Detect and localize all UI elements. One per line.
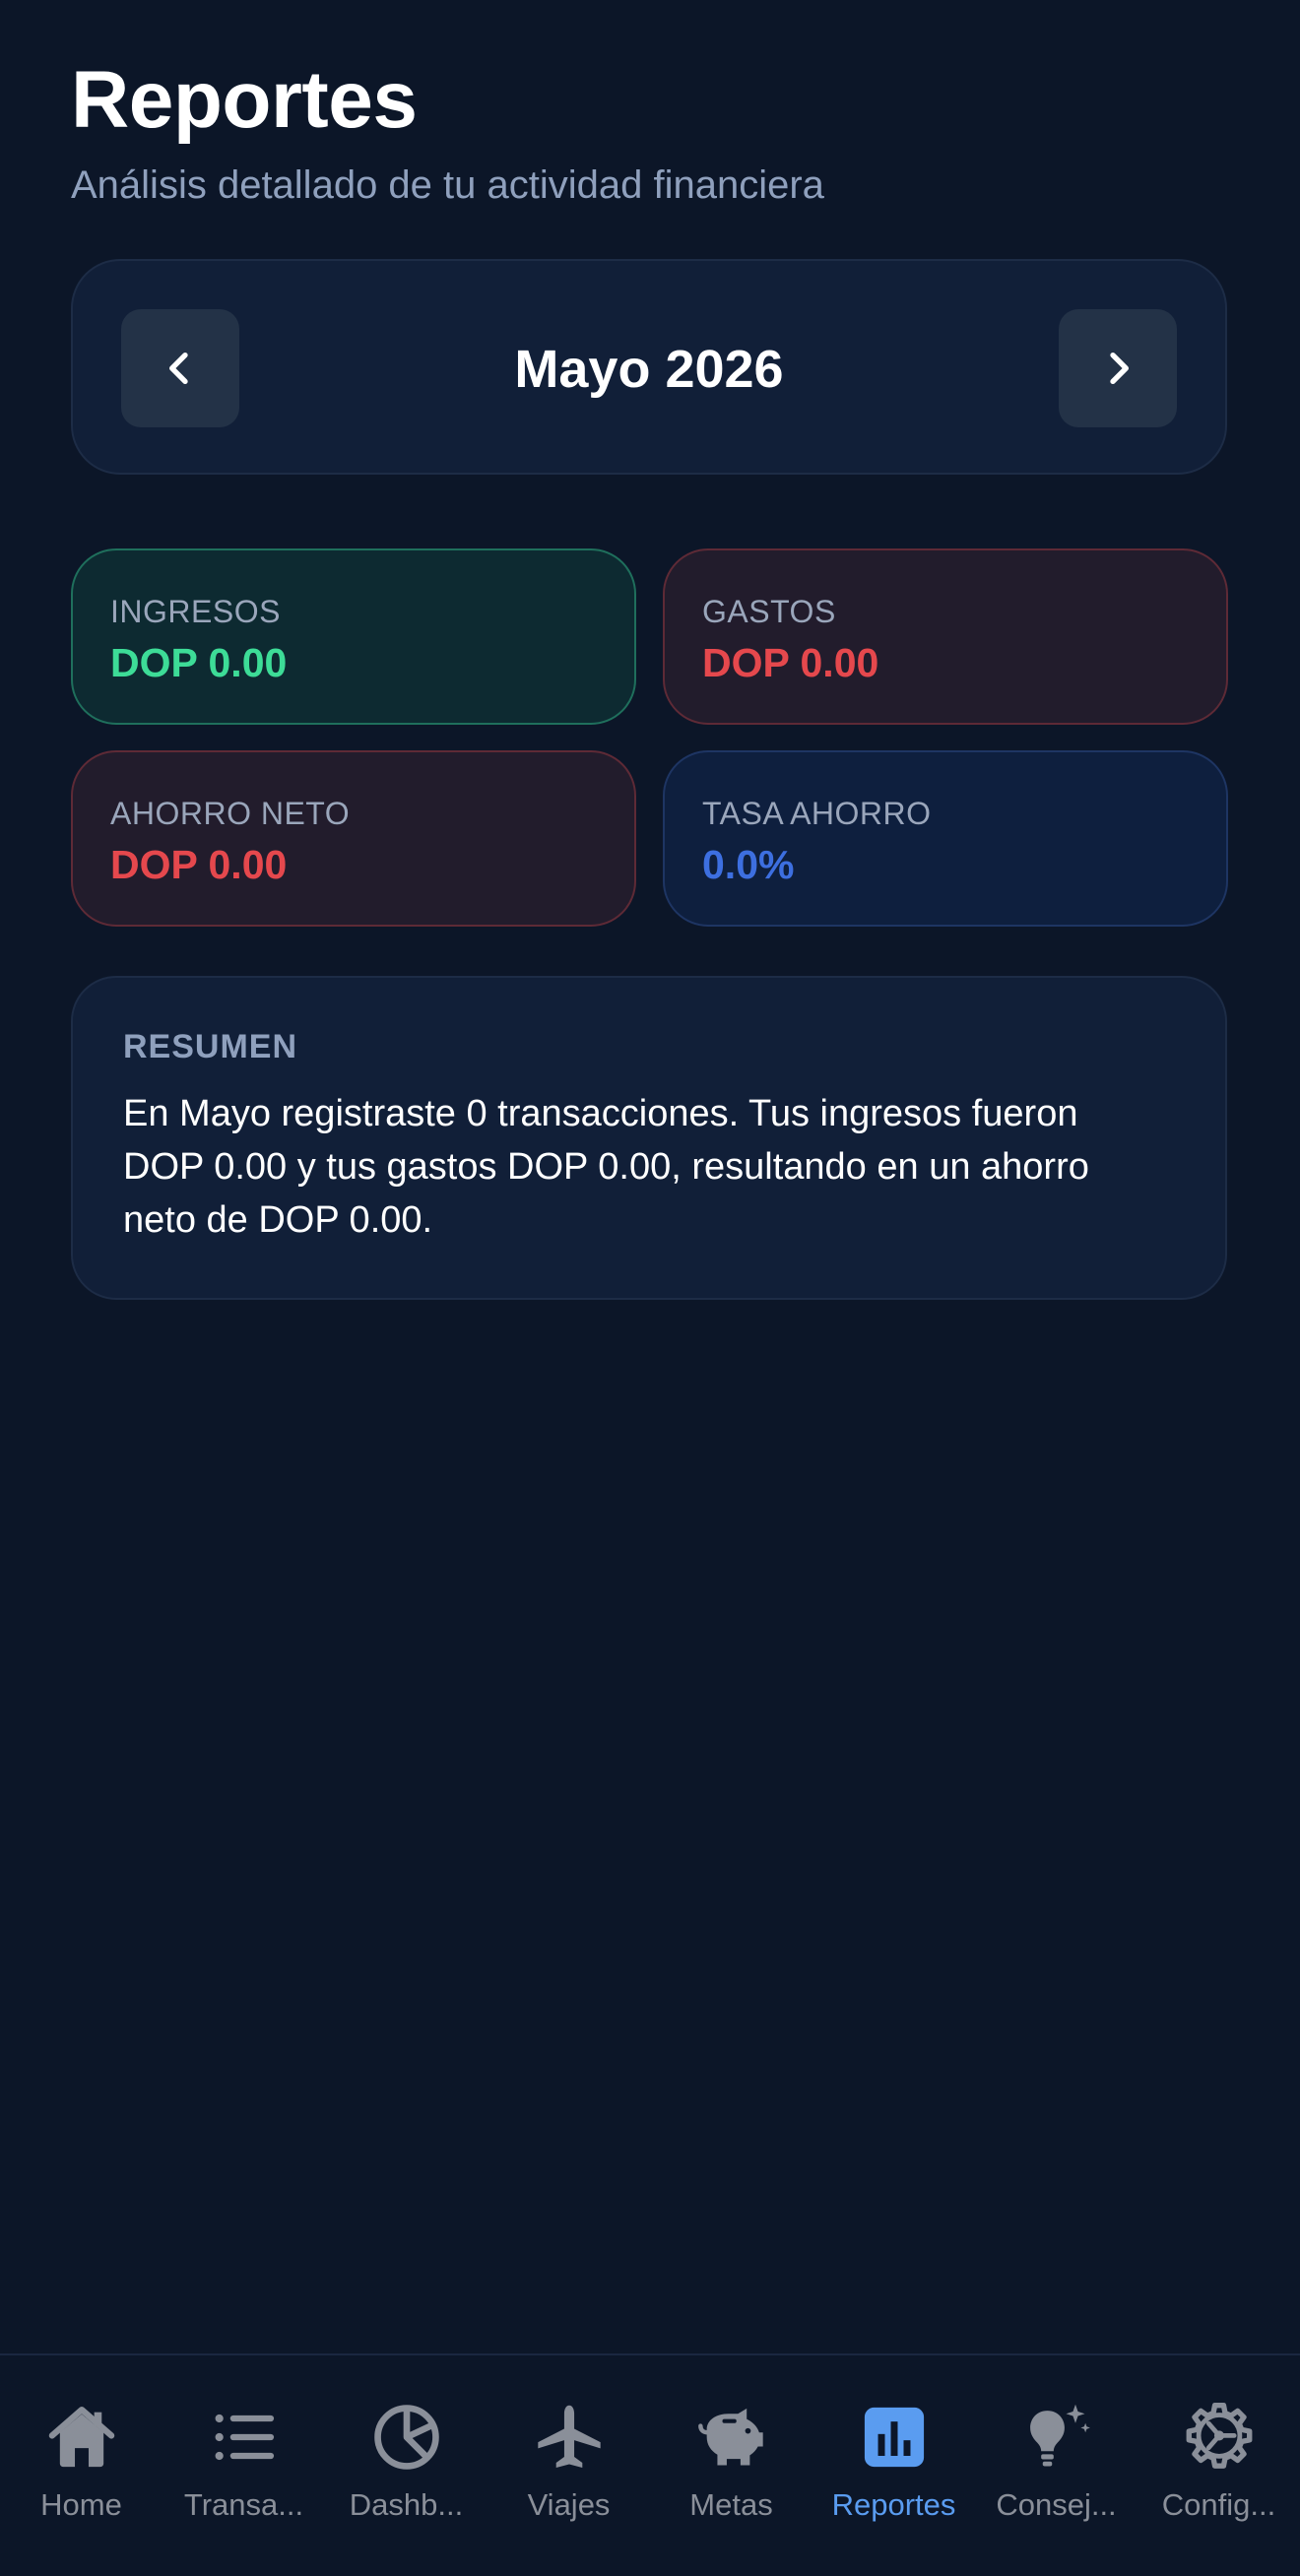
page-title: Reportes	[71, 55, 418, 145]
stat-card-tasa-ahorro: TASA AHORRO 0.0%	[663, 750, 1228, 927]
tab-label: Viajes	[527, 2487, 611, 2522]
stat-card-ingresos: INGRESOS DOP 0.00	[71, 548, 636, 725]
tab-reportes[interactable]: Reportes	[812, 2355, 975, 2576]
tab-label: Home	[40, 2487, 122, 2522]
summary-title: RESUMEN	[123, 1028, 298, 1065]
tab-configuracion[interactable]: Config...	[1138, 2355, 1300, 2576]
tab-dashboard[interactable]: Dashb...	[325, 2355, 488, 2576]
stat-label: GASTOS	[702, 594, 836, 629]
tab-label: Metas	[689, 2487, 773, 2522]
next-month-button[interactable]	[1059, 309, 1177, 427]
pie-chart-icon	[373, 2405, 439, 2470]
summary-card: RESUMEN En Mayo registraste 0 transaccio…	[71, 976, 1227, 1300]
tab-transacciones[interactable]: Transa...	[162, 2355, 325, 2576]
summary-text: En Mayo registraste 0 transacciones. Tus…	[123, 1093, 1089, 1241]
tab-label: Reportes	[831, 2487, 956, 2522]
tab-bar: Home Transa... Dashb... Viajes Metas Rep…	[0, 2353, 1300, 2574]
bar-chart-icon	[864, 2407, 924, 2468]
stat-card-gastos: GASTOS DOP 0.00	[663, 548, 1228, 725]
month-label: Mayo 2026	[514, 340, 784, 399]
tab-metas[interactable]: Metas	[650, 2355, 812, 2576]
tab-label: Consej...	[996, 2487, 1117, 2522]
lightbulb-icon	[1029, 2404, 1090, 2467]
stat-value: DOP 0.00	[110, 842, 288, 887]
tab-label: Transa...	[183, 2487, 304, 2522]
stat-card-ahorro-neto: AHORRO NETO DOP 0.00	[71, 750, 636, 927]
stat-label: INGRESOS	[110, 594, 281, 629]
tab-consejos[interactable]: Consej...	[975, 2355, 1138, 2576]
tab-label: Config...	[1161, 2487, 1276, 2522]
tab-label: Dashb...	[349, 2487, 464, 2522]
gear-icon	[1186, 2403, 1252, 2469]
stat-label: TASA AHORRO	[702, 796, 932, 831]
home-icon	[48, 2406, 114, 2468]
stat-label: AHORRO NETO	[110, 796, 351, 831]
chevron-right-icon	[1110, 353, 1129, 384]
stat-value: 0.0%	[702, 842, 795, 887]
month-selector: Mayo 2026	[71, 259, 1227, 475]
airplane-icon	[537, 2405, 601, 2469]
stat-value: DOP 0.00	[702, 640, 879, 685]
tab-viajes[interactable]: Viajes	[488, 2355, 650, 2576]
stat-value: DOP 0.00	[110, 640, 288, 685]
list-icon	[215, 2414, 274, 2461]
tab-home[interactable]: Home	[0, 2355, 162, 2576]
piggy-bank-icon	[697, 2408, 763, 2466]
page-subtitle: Análisis detallado de tu actividad finan…	[71, 163, 824, 207]
